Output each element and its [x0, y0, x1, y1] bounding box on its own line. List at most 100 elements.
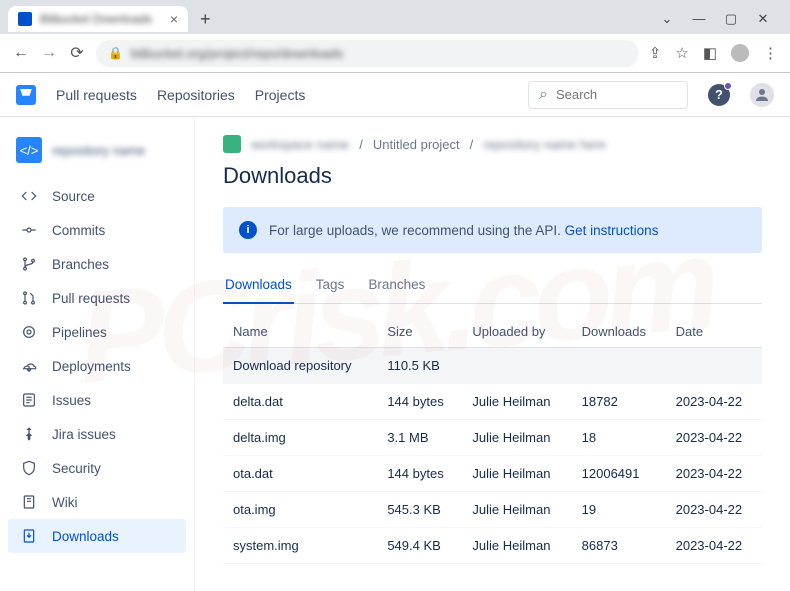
bookmark-icon[interactable]: ☆	[675, 44, 688, 62]
tab-tags[interactable]: Tags	[314, 271, 347, 303]
profile-icon[interactable]	[731, 44, 749, 62]
download-icon	[20, 527, 38, 545]
breadcrumb-repo[interactable]: repository name here	[483, 137, 606, 152]
sidebar-item-security[interactable]: Security	[8, 451, 186, 485]
cell-date: 2023-04-22	[666, 420, 762, 456]
column-header: Date	[666, 316, 762, 348]
search-icon: ⌕	[539, 86, 548, 104]
project-icon	[223, 135, 241, 153]
cell-dl	[572, 348, 666, 384]
tab-title: Bitbucket Downloads	[40, 12, 162, 26]
wiki-icon	[20, 493, 38, 511]
search-input[interactable]	[556, 87, 677, 102]
sidebar-item-label: Jira issues	[52, 427, 116, 442]
cell-by: Julie Heilman	[462, 528, 571, 564]
cell-name: system.img	[223, 528, 377, 564]
close-tab-icon[interactable]: ×	[170, 12, 178, 26]
nav-repositories[interactable]: Repositories	[157, 87, 235, 103]
sidebar-item-label: Wiki	[52, 495, 78, 510]
breadcrumb-workspace[interactable]: workspace name	[251, 137, 349, 152]
deploy-icon	[20, 357, 38, 375]
column-header: Size	[377, 316, 462, 348]
repo-name: repository name	[52, 143, 145, 158]
search-box[interactable]: ⌕	[528, 81, 688, 109]
back-button[interactable]: ←	[12, 44, 30, 62]
sidebar-item-deployments[interactable]: Deployments	[8, 349, 186, 383]
cell-date: 2023-04-22	[666, 492, 762, 528]
sidebar-item-label: Security	[52, 461, 101, 476]
pull-icon	[20, 289, 38, 307]
repo-icon: </>	[16, 137, 42, 163]
info-banner: i For large uploads, we recommend using …	[223, 207, 762, 253]
sidebar-item-label: Commits	[52, 223, 105, 238]
breadcrumb: workspace name / Untitled project / repo…	[223, 135, 762, 153]
sidebar-item-label: Branches	[52, 257, 109, 272]
code-icon	[20, 187, 38, 205]
info-icon: i	[239, 221, 257, 239]
new-tab-button[interactable]: +	[192, 10, 219, 28]
favicon-icon	[18, 12, 32, 26]
minimize-icon[interactable]: —	[692, 11, 706, 27]
cell-date: 2023-04-22	[666, 456, 762, 492]
cell-size: 545.3 KB	[377, 492, 462, 528]
cell-size: 144 bytes	[377, 456, 462, 492]
nav-pull-requests[interactable]: Pull requests	[56, 87, 137, 103]
sidebar-item-label: Pipelines	[52, 325, 107, 340]
browser-tab[interactable]: Bitbucket Downloads ×	[8, 6, 188, 32]
bitbucket-logo-icon[interactable]	[16, 85, 36, 105]
close-window-icon[interactable]: ✕	[756, 11, 770, 27]
tab-branches[interactable]: Branches	[366, 271, 427, 303]
user-avatar[interactable]	[750, 83, 774, 107]
cell-dl: 18	[572, 420, 666, 456]
sidebar-item-label: Issues	[52, 393, 91, 408]
jira-icon	[20, 425, 38, 443]
sidebar-item-pull-requests[interactable]: Pull requests	[8, 281, 186, 315]
address-bar[interactable]: 🔒 bitbucket.org/project/repo/downloads	[96, 40, 639, 67]
table-row[interactable]: delta.dat144 bytesJulie Heilman187822023…	[223, 384, 762, 420]
issues-icon	[20, 391, 38, 409]
sidebar-item-branches[interactable]: Branches	[8, 247, 186, 281]
cell-dl: 18782	[572, 384, 666, 420]
table-row[interactable]: ota.dat144 bytesJulie Heilman12006491202…	[223, 456, 762, 492]
sidebar-item-label: Downloads	[52, 529, 119, 544]
tab-downloads[interactable]: Downloads	[223, 271, 294, 304]
sidebar-item-pipelines[interactable]: Pipelines	[8, 315, 186, 349]
sidebar-item-wiki[interactable]: Wiki	[8, 485, 186, 519]
lock-icon: 🔒	[108, 46, 123, 60]
nav-projects[interactable]: Projects	[255, 87, 306, 103]
table-row[interactable]: system.img549.4 KBJulie Heilman868732023…	[223, 528, 762, 564]
commits-icon	[20, 221, 38, 239]
panel-icon[interactable]: ◧	[703, 44, 717, 62]
sidebar-item-issues[interactable]: Issues	[8, 383, 186, 417]
cell-date: 2023-04-22	[666, 384, 762, 420]
cell-size: 3.1 MB	[377, 420, 462, 456]
maximize-icon[interactable]: ▢	[724, 11, 738, 27]
table-row[interactable]: delta.img3.1 MBJulie Heilman182023-04-22	[223, 420, 762, 456]
branches-icon	[20, 255, 38, 273]
cell-dl: 12006491	[572, 456, 666, 492]
forward-button[interactable]: →	[40, 44, 58, 62]
sidebar-item-downloads[interactable]: Downloads	[8, 519, 186, 553]
chevron-down-icon[interactable]: ⌄	[660, 11, 674, 27]
sidebar-item-jira-issues[interactable]: Jira issues	[8, 417, 186, 451]
sidebar-item-source[interactable]: Source	[8, 179, 186, 213]
cell-by	[462, 348, 571, 384]
breadcrumb-project[interactable]: Untitled project	[373, 137, 460, 152]
sidebar-item-commits[interactable]: Commits	[8, 213, 186, 247]
cell-date	[666, 348, 762, 384]
banner-text: For large uploads, we recommend using th…	[269, 223, 565, 238]
security-icon	[20, 459, 38, 477]
menu-icon[interactable]: ⋮	[763, 44, 778, 62]
table-row[interactable]: ota.img545.3 KBJulie Heilman192023-04-22	[223, 492, 762, 528]
sidebar-item-label: Deployments	[52, 359, 131, 374]
column-header: Name	[223, 316, 377, 348]
share-icon[interactable]: ⇪	[649, 44, 662, 62]
help-button[interactable]: ?	[708, 84, 730, 106]
cell-dl: 86873	[572, 528, 666, 564]
column-header: Uploaded by	[462, 316, 571, 348]
url-text: bitbucket.org/project/repo/downloads	[131, 46, 343, 61]
table-row[interactable]: Download repository110.5 KB	[223, 348, 762, 384]
cell-name: delta.img	[223, 420, 377, 456]
banner-link[interactable]: Get instructions	[565, 223, 659, 238]
reload-button[interactable]: ⟳	[68, 43, 86, 63]
